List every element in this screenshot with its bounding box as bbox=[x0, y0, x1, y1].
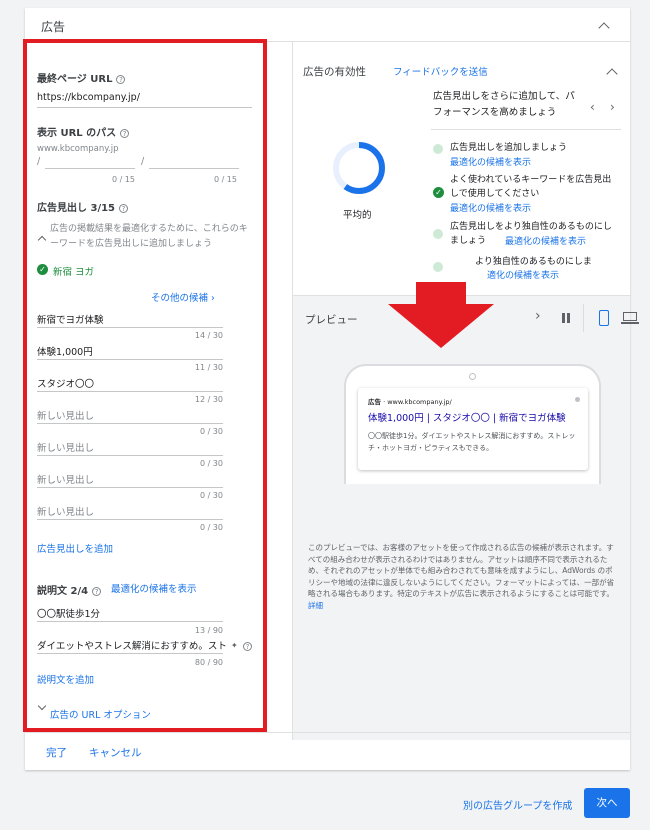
preview-disclaimer: このプレビューでは、お客様のアセットを使って作成される広告の候補が表示されます。… bbox=[308, 543, 615, 610]
ad-preview-card: 広告 · www.kbcompany.jp/ 体験1,000円 | スタジオ〇〇… bbox=[358, 388, 588, 470]
headline-input[interactable]: 体験1,000円 bbox=[37, 344, 93, 358]
next-button[interactable]: 次へ bbox=[584, 788, 630, 818]
check-circle-icon: ✓ bbox=[37, 264, 48, 275]
red-down-arrow-icon bbox=[388, 282, 494, 348]
effectiveness-title: 広告の有効性 bbox=[303, 66, 366, 78]
add-headline-link[interactable]: 広告見出しを追加 bbox=[37, 541, 113, 555]
ad-effectiveness-panel: 広告の有効性 フィードバックを送信 平均的 広告見出しをさらに追加して、パフォー… bbox=[293, 42, 630, 296]
headline-counter: 0 / 30 bbox=[199, 523, 223, 532]
path-label: 表示 URL のパス? bbox=[37, 124, 130, 139]
help-icon[interactable]: ? bbox=[116, 74, 126, 84]
preview-panel: プレビュー › 広告 · www.kbcompany.jp/ 体験1,000円 … bbox=[293, 296, 639, 740]
camera-icon bbox=[469, 373, 476, 380]
suggestion-link[interactable]: 最適化の候補を表示 bbox=[450, 201, 531, 214]
path-domain: www.kbcompany.jp bbox=[37, 144, 119, 154]
feedback-link[interactable]: フィードバックを送信 bbox=[393, 64, 488, 78]
chevron-down-icon[interactable] bbox=[37, 701, 47, 711]
headline-counter: 0 / 30 bbox=[199, 491, 223, 500]
more-candidates-link[interactable]: その他の候補 › bbox=[151, 290, 215, 304]
suggestion-text: より独自性のあるものにしま bbox=[475, 257, 592, 267]
final-url-input[interactable]: https://kbcompany.jp/ bbox=[37, 92, 140, 103]
chevron-right-icon[interactable]: › bbox=[535, 308, 541, 324]
headline-counter: 14 / 30 bbox=[194, 331, 223, 340]
chevron-up-icon[interactable] bbox=[37, 235, 47, 245]
headline-input[interactable]: スタジオ〇〇 bbox=[37, 376, 94, 390]
cancel-button[interactable]: キャンセル bbox=[89, 745, 142, 760]
create-ad-group-link[interactable]: 別の広告グループを作成 bbox=[463, 797, 572, 812]
headline-input[interactable]: 新しい見出し bbox=[37, 408, 94, 422]
url-options-link[interactable]: 広告の URL オプション bbox=[50, 707, 151, 721]
headline-input[interactable]: 新宿でヨガ体験 bbox=[37, 312, 104, 326]
pin-icon[interactable]: ✦ bbox=[231, 641, 238, 650]
ad-description: 〇〇駅徒歩1分。ダイエットやストレス解消におすすめ。ストレッチ・ホットヨガ・ピラ… bbox=[368, 432, 576, 452]
effectiveness-rating: 平均的 bbox=[343, 210, 372, 221]
path-input-1[interactable] bbox=[45, 168, 135, 169]
add-description-link[interactable]: 説明文を追加 bbox=[37, 672, 94, 686]
headline-input[interactable]: 新しい見出し bbox=[37, 440, 94, 454]
phone-mockup: 広告 · www.kbcompany.jp/ 体験1,000円 | スタジオ〇〇… bbox=[344, 364, 601, 484]
headlines-label: 広告見出し 3/15? bbox=[37, 199, 129, 214]
description-input-2[interactable]: ダイエットやストレス解消におすすめ。スト bbox=[37, 638, 227, 652]
ad-meta: 広告 · www.kbcompany.jp/ bbox=[368, 398, 452, 406]
description-label: 説明文 2/4? bbox=[37, 582, 102, 597]
headline-counter: 12 / 30 bbox=[194, 395, 223, 404]
path-counter-1: 0 / 15 bbox=[111, 175, 135, 184]
description-input-1[interactable]: 〇〇駅徒歩1分 bbox=[37, 606, 100, 620]
suggestion-dot bbox=[433, 229, 443, 239]
keyword-hint: 広告の掲載結果を最適化するために、これらのキーワードを広告見出しに追加しましょう bbox=[50, 224, 248, 249]
help-icon[interactable]: ? bbox=[119, 203, 129, 213]
final-url-label: 最終ページ URL? bbox=[37, 70, 126, 85]
headline-counter: 0 / 30 bbox=[199, 459, 223, 468]
effectiveness-ring bbox=[333, 142, 385, 194]
suggestion-dot bbox=[433, 262, 443, 272]
check-circle-icon: ✓ bbox=[433, 187, 444, 198]
suggestion-link[interactable]: 適化の候補を表示 bbox=[487, 268, 559, 281]
description-counter-1: 13 / 90 bbox=[194, 626, 223, 635]
suggestion-link[interactable]: 最適化の候補を表示 bbox=[505, 234, 586, 247]
suggestion-text: よく使われているキーワードを広告見出しで使用してください bbox=[450, 175, 612, 199]
detail-link[interactable]: 詳細 bbox=[308, 601, 323, 610]
preview-title: プレビュー bbox=[305, 314, 358, 326]
tip-header: 広告見出しをさらに追加して、パフォーマンスを高めましょう bbox=[433, 91, 575, 118]
suggestion-text: 広告見出しを追加しましょう bbox=[450, 143, 568, 153]
mobile-icon[interactable] bbox=[599, 310, 609, 326]
help-icon[interactable]: ? bbox=[92, 586, 102, 596]
headline-input[interactable]: 新しい見出し bbox=[37, 472, 94, 486]
path-input-2[interactable] bbox=[149, 168, 239, 169]
section-header[interactable]: 広告 bbox=[25, 8, 630, 42]
section-title: 広告 bbox=[41, 20, 66, 34]
path-counter-2: 0 / 15 bbox=[213, 175, 237, 184]
ad-card: 広告 最終ページ URL? https://kbcompany.jp/ 表示 U… bbox=[25, 8, 639, 770]
suggestion-link[interactable]: 最適化の候補を表示 bbox=[450, 155, 531, 168]
ad-headline[interactable]: 体験1,000円 | スタジオ〇〇 | 新宿でヨガ体験 bbox=[368, 410, 583, 424]
help-icon[interactable]: ? bbox=[120, 128, 130, 138]
ad-form-panel: 最終ページ URL? https://kbcompany.jp/ 表示 URL … bbox=[25, 42, 268, 732]
description-suggest-link[interactable]: 最適化の候補を表示 bbox=[111, 581, 197, 595]
path-slash-2: / bbox=[141, 156, 145, 167]
headline-counter: 11 / 30 bbox=[194, 363, 223, 372]
chevron-up-icon[interactable] bbox=[606, 68, 618, 80]
help-icon[interactable]: ? bbox=[243, 642, 252, 651]
description-counter-2: 80 / 90 bbox=[194, 658, 223, 667]
chevron-left-icon[interactable]: ‹ bbox=[590, 100, 595, 114]
path-slash-1: / bbox=[37, 156, 41, 167]
pause-icon[interactable] bbox=[561, 313, 571, 323]
keyword-chip[interactable]: 新宿 ヨガ bbox=[53, 264, 94, 278]
chevron-right-icon[interactable]: › bbox=[610, 100, 615, 114]
chevron-up-icon[interactable] bbox=[598, 22, 610, 34]
suggestion-dot bbox=[433, 144, 443, 154]
headline-counter: 0 / 30 bbox=[199, 427, 223, 436]
info-icon bbox=[575, 397, 580, 402]
done-button[interactable]: 完了 bbox=[46, 745, 67, 760]
headline-input[interactable]: 新しい見出し bbox=[37, 504, 94, 518]
